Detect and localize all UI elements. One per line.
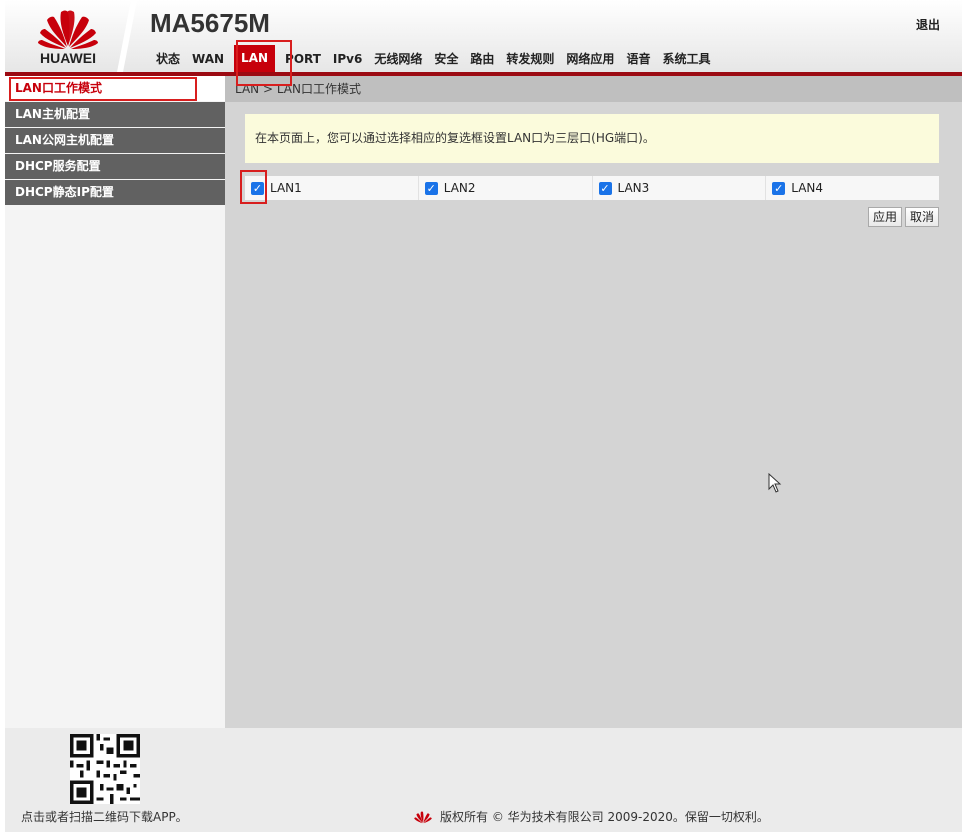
lan-port-label: LAN2 (443, 181, 476, 195)
sidebar-item-4[interactable]: DHCP静态IP配置 (5, 180, 225, 205)
lan-port-label: LAN1 (270, 181, 302, 195)
lan-port-cell: ✓ LAN3 (593, 176, 767, 200)
header-divider (117, 0, 137, 72)
nav-tab-5[interactable]: 无线网络 (368, 46, 428, 72)
huawei-small-logo-icon (414, 811, 432, 823)
qr-code-icon[interactable] (70, 734, 140, 804)
lan-port-label: LAN3 (617, 181, 650, 195)
lan-port-cell: ✓ LAN4 (766, 176, 939, 200)
info-banner: 在本页面上，您可以通过选择相应的复选框设置LAN口为三层口(HG端口)。 (245, 114, 939, 163)
highlight-box-sidebar-lan-mode (9, 77, 197, 101)
content-area: LAN > LAN口工作模式 在本页面上，您可以通过选择相应的复选框设置LAN口… (225, 76, 962, 728)
nav-tab-4[interactable]: IPv6 (327, 46, 368, 72)
nav-tab-0[interactable]: 状态 (150, 46, 186, 72)
copyright-text: 版权所有 © 华为技术有限公司 2009-2020。保留一切权利。 (440, 810, 769, 824)
lan-port-cell: ✓ LAN1 (245, 176, 419, 200)
sidebar-item-2[interactable]: LAN公网主机配置 (5, 128, 225, 153)
device-model: MA5675M (150, 8, 270, 38)
action-buttons: 应用 取消 (867, 207, 939, 227)
lan-port-row: ✓ LAN1 ✓ LAN2 ✓ LAN3 ✓ LAN4 (245, 176, 939, 200)
huawei-logo: HUAWEI (33, 6, 103, 68)
lan-port-checkbox[interactable]: ✓ (598, 181, 612, 195)
nav-tab-7[interactable]: 路由 (464, 46, 500, 72)
nav-tab-11[interactable]: 系统工具 (656, 46, 716, 72)
nav-tab-6[interactable]: 安全 (428, 46, 464, 72)
nav-tab-10[interactable]: 语音 (620, 46, 656, 72)
copyright: 版权所有 © 华为技术有限公司 2009-2020。保留一切权利。 (412, 808, 769, 825)
huawei-petal-logo-icon (38, 10, 98, 49)
highlight-box-lan1-checkbox (240, 170, 267, 204)
header: HUAWEI MA5675M 退出 状态 WAN LAN PORT IPv6 无线网络 安全… (5, 0, 962, 73)
footer: 点击或者扫描二维码下载APP。 版权所有 © 华为技术有限公司 2009-202… (5, 728, 962, 832)
lan-port-cell: ✓ LAN2 (419, 176, 593, 200)
breadcrumb: LAN > LAN口工作模式 (225, 76, 962, 102)
apply-button[interactable]: 应用 (867, 207, 902, 227)
nav-tab-8[interactable]: 转发规则 (500, 46, 560, 72)
main-nav: 状态 WAN LAN PORT IPv6 无线网络 安全 路由 转发规则 网络应用 语音 系统工具 (150, 45, 716, 73)
mouse-cursor-icon (768, 473, 782, 493)
sidebar: LAN口工作模式 LAN主机配置 LAN公网主机配置 DHCP服务配置 DHCP静态IP… (5, 76, 225, 728)
lan-port-checkbox[interactable]: ✓ (772, 181, 786, 195)
lan-port-checkbox[interactable]: ✓ (424, 181, 438, 195)
logout-link[interactable]: 退出 (916, 16, 940, 33)
sidebar-item-3[interactable]: DHCP服务配置 (5, 154, 225, 179)
lan-port-label: LAN4 (791, 181, 824, 195)
nav-tab-1[interactable]: WAN (186, 46, 230, 72)
brand-name: HUAWEI (40, 50, 96, 66)
qr-download-text: 点击或者扫描二维码下载APP。 (21, 810, 188, 824)
nav-tab-9[interactable]: 网络应用 (560, 46, 620, 72)
highlight-box-nav-lan (236, 40, 292, 86)
cancel-button[interactable]: 取消 (904, 207, 939, 227)
sidebar-item-1[interactable]: LAN主机配置 (5, 102, 225, 127)
